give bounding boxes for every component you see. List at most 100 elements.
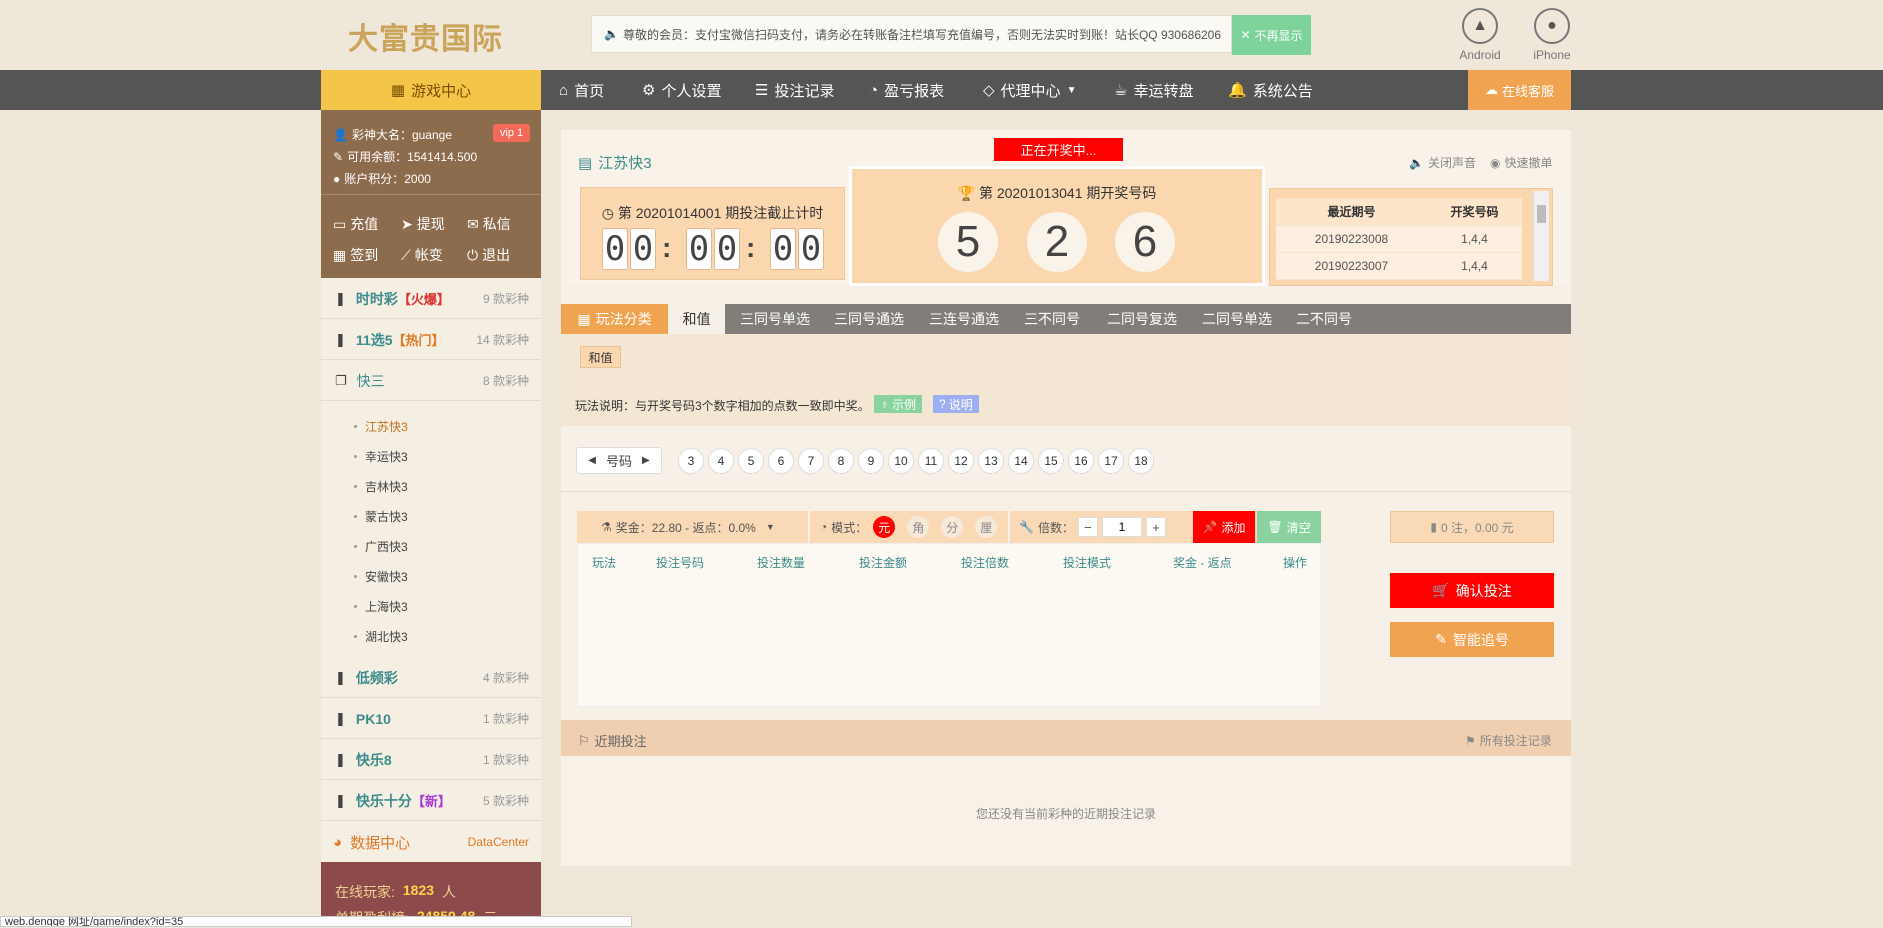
nav-agent-center[interactable]: ◇ 代理中心 ▼ bbox=[983, 70, 1076, 110]
number-ball[interactable]: 12 bbox=[948, 448, 974, 474]
category-k3[interactable]: ❐ 快三 8 款彩种 bbox=[321, 361, 541, 401]
number-ball[interactable]: 8 bbox=[828, 448, 854, 474]
mode-fen[interactable]: 分 bbox=[941, 516, 964, 538]
all-records-link[interactable]: ⚑ 所有投注记录 bbox=[1465, 732, 1552, 749]
number-ball[interactable]: 13 bbox=[978, 448, 1004, 474]
bullet-icon bbox=[354, 515, 357, 518]
message-label: 私信 bbox=[482, 216, 511, 232]
home-icon: ⌂ bbox=[559, 81, 569, 99]
clear-bet-button[interactable]: 🗑 清空 bbox=[1257, 511, 1321, 543]
nav-bet-records[interactable]: ☰ 投注记录 bbox=[755, 70, 834, 110]
number-ball[interactable]: 15 bbox=[1038, 448, 1064, 474]
sub-item[interactable]: 幸运快3 bbox=[354, 448, 408, 465]
number-ball[interactable]: 18 bbox=[1128, 448, 1154, 474]
mode-yuan[interactable]: 元 bbox=[873, 516, 896, 538]
nav-announcement-label: 系统公告 bbox=[1252, 82, 1313, 100]
caret-right-icon[interactable]: ▶ bbox=[642, 455, 650, 466]
category-kl8[interactable]: ❚ 快乐8 1 款彩种 bbox=[321, 740, 541, 780]
history-scrollbar[interactable] bbox=[1533, 191, 1549, 281]
nav-announcement[interactable]: 🔔 系统公告 bbox=[1228, 70, 1313, 110]
example-button[interactable]: ♁ 示例 bbox=[874, 395, 923, 413]
number-ball[interactable]: 3 bbox=[678, 448, 704, 474]
add-bet-label: 添加 bbox=[1221, 520, 1246, 535]
withdraw-label: 提现 bbox=[416, 216, 445, 232]
divider bbox=[808, 511, 810, 543]
online-service-button[interactable]: ☁ 在线客服 bbox=[1468, 70, 1571, 110]
clock-icon: ◷ bbox=[601, 205, 618, 221]
category-pk10[interactable]: ❚ PK10 1 款彩种 bbox=[321, 699, 541, 739]
sub-item-label: 吉林快3 bbox=[365, 480, 408, 494]
category-kl10[interactable]: ❚ 快乐十分 【新】 5 款彩种 bbox=[321, 781, 541, 821]
sub-item[interactable]: 安徽快3 bbox=[354, 568, 408, 585]
recharge-button[interactable]: ▭ 充值 bbox=[333, 214, 378, 234]
question-icon: ? bbox=[939, 397, 946, 411]
confirm-bet-button[interactable]: 🛒 确认投注 bbox=[1390, 573, 1554, 608]
nav-profit-report[interactable]: ◔ 盈亏报表 bbox=[869, 70, 944, 110]
category-low-freq[interactable]: ❚ 低频彩 4 款彩种 bbox=[321, 658, 541, 698]
multiplier-input[interactable] bbox=[1101, 517, 1142, 537]
explain-button[interactable]: ? 说明 bbox=[933, 395, 979, 413]
sub-item-jsk3[interactable]: 江苏快3 bbox=[354, 418, 408, 435]
tab-hezhi[interactable]: 和值 bbox=[668, 304, 725, 334]
tab-play[interactable]: 三同号通选 bbox=[834, 304, 904, 334]
site-logo[interactable]: 大富贵国际 bbox=[348, 14, 503, 58]
multiplier-minus-button[interactable]: − bbox=[1077, 517, 1098, 537]
mode-li[interactable]: 厘 bbox=[975, 516, 998, 538]
nav-home[interactable]: ⌂ 首页 bbox=[559, 70, 604, 110]
number-ball[interactable]: 10 bbox=[888, 448, 914, 474]
number-ball[interactable]: 7 bbox=[798, 448, 824, 474]
message-button[interactable]: ✉ 私信 bbox=[467, 214, 511, 234]
number-ball[interactable]: 11 bbox=[918, 448, 944, 474]
account-changes-button[interactable]: ⟋ 帐变 bbox=[401, 245, 443, 265]
notice-dismiss-button[interactable]: ✕ 不再显示 bbox=[1232, 15, 1311, 55]
add-bet-button[interactable]: 📌 添加 bbox=[1193, 511, 1255, 543]
bookmark-outline-icon: ❐ bbox=[335, 372, 347, 388]
recharge-label: 充值 bbox=[350, 216, 379, 232]
checkin-button[interactable]: ▦ 签到 bbox=[333, 245, 378, 265]
mute-toggle[interactable]: 🔈 关闭声音 bbox=[1409, 154, 1476, 171]
sub-item[interactable]: 广西快3 bbox=[354, 538, 408, 555]
nav-settings[interactable]: ⚙ 个人设置 bbox=[642, 70, 721, 110]
number-ball[interactable]: 6 bbox=[768, 448, 794, 474]
number-ball[interactable]: 4 bbox=[708, 448, 734, 474]
tab-play[interactable]: 二同号复选 bbox=[1107, 304, 1177, 334]
data-center-link[interactable]: ◕ 数据中心 DataCenter bbox=[321, 822, 541, 862]
sub-item[interactable]: 湖北快3 bbox=[354, 628, 408, 645]
sub-item[interactable]: 蒙古快3 bbox=[354, 508, 408, 525]
sub-item[interactable]: 上海快3 bbox=[354, 598, 408, 615]
sub-item[interactable]: 吉林快3 bbox=[354, 478, 408, 495]
number-ball[interactable]: 14 bbox=[1008, 448, 1034, 474]
mode-jiao[interactable]: 角 bbox=[907, 516, 930, 538]
number-ball[interactable]: 17 bbox=[1098, 448, 1124, 474]
quick-cancel-link[interactable]: ◉ 快速撤单 bbox=[1490, 154, 1553, 171]
category-count: 14 款彩种 bbox=[476, 333, 529, 347]
number-ball[interactable]: 9 bbox=[858, 448, 884, 474]
game-center-tab[interactable]: ▦ 游戏中心 bbox=[321, 70, 541, 110]
sub-play-tag[interactable]: 和值 bbox=[580, 346, 621, 368]
nav-lucky-wheel[interactable]: ☕ 幸运转盘 bbox=[1114, 70, 1193, 110]
tab-play[interactable]: 二同号单选 bbox=[1202, 304, 1272, 334]
number-ball[interactable]: 5 bbox=[738, 448, 764, 474]
category-ssc[interactable]: ❚ 时时彩 【火爆】 9 款彩种 bbox=[321, 279, 541, 319]
tab-play[interactable]: 三同号单选 bbox=[740, 304, 810, 334]
empty-message: 您还没有当前彩种的近期投注记录 bbox=[975, 807, 1156, 821]
bullet-icon bbox=[354, 425, 357, 428]
caret-left-icon[interactable]: ◀ bbox=[588, 455, 596, 466]
prize-select[interactable]: ⚗ 奖金：22.80 - 返点：0.0% ▼ bbox=[601, 511, 775, 543]
number-ball[interactable]: 16 bbox=[1068, 448, 1094, 474]
tab-play[interactable]: 二不同号 bbox=[1296, 304, 1352, 334]
tab-play[interactable]: 三不同号 bbox=[1024, 304, 1080, 334]
category-11x5[interactable]: ❚ 11选5 【热门】 14 款彩种 bbox=[321, 320, 541, 360]
category-count: 8 款彩种 bbox=[482, 374, 529, 388]
code-selector[interactable]: ◀ 号码 ▶ bbox=[576, 447, 662, 474]
tab-play[interactable]: 三连号通选 bbox=[929, 304, 999, 334]
scrollbar-thumb[interactable] bbox=[1537, 205, 1546, 223]
withdraw-button[interactable]: ➤ 提现 bbox=[401, 214, 445, 234]
iphone-app-link[interactable]: ● iPhone bbox=[1522, 8, 1582, 62]
countdown-colon: : bbox=[662, 232, 672, 263]
android-app-link[interactable]: ▲ Android bbox=[1450, 8, 1510, 62]
smart-chase-button[interactable]: ✎ 智能追号 bbox=[1390, 622, 1554, 657]
multiplier-plus-button[interactable]: + bbox=[1145, 517, 1166, 537]
logout-button[interactable]: ⏻ 退出 bbox=[467, 245, 510, 265]
bet-summary: ▮ 0 注，0.00 元 bbox=[1390, 511, 1554, 543]
